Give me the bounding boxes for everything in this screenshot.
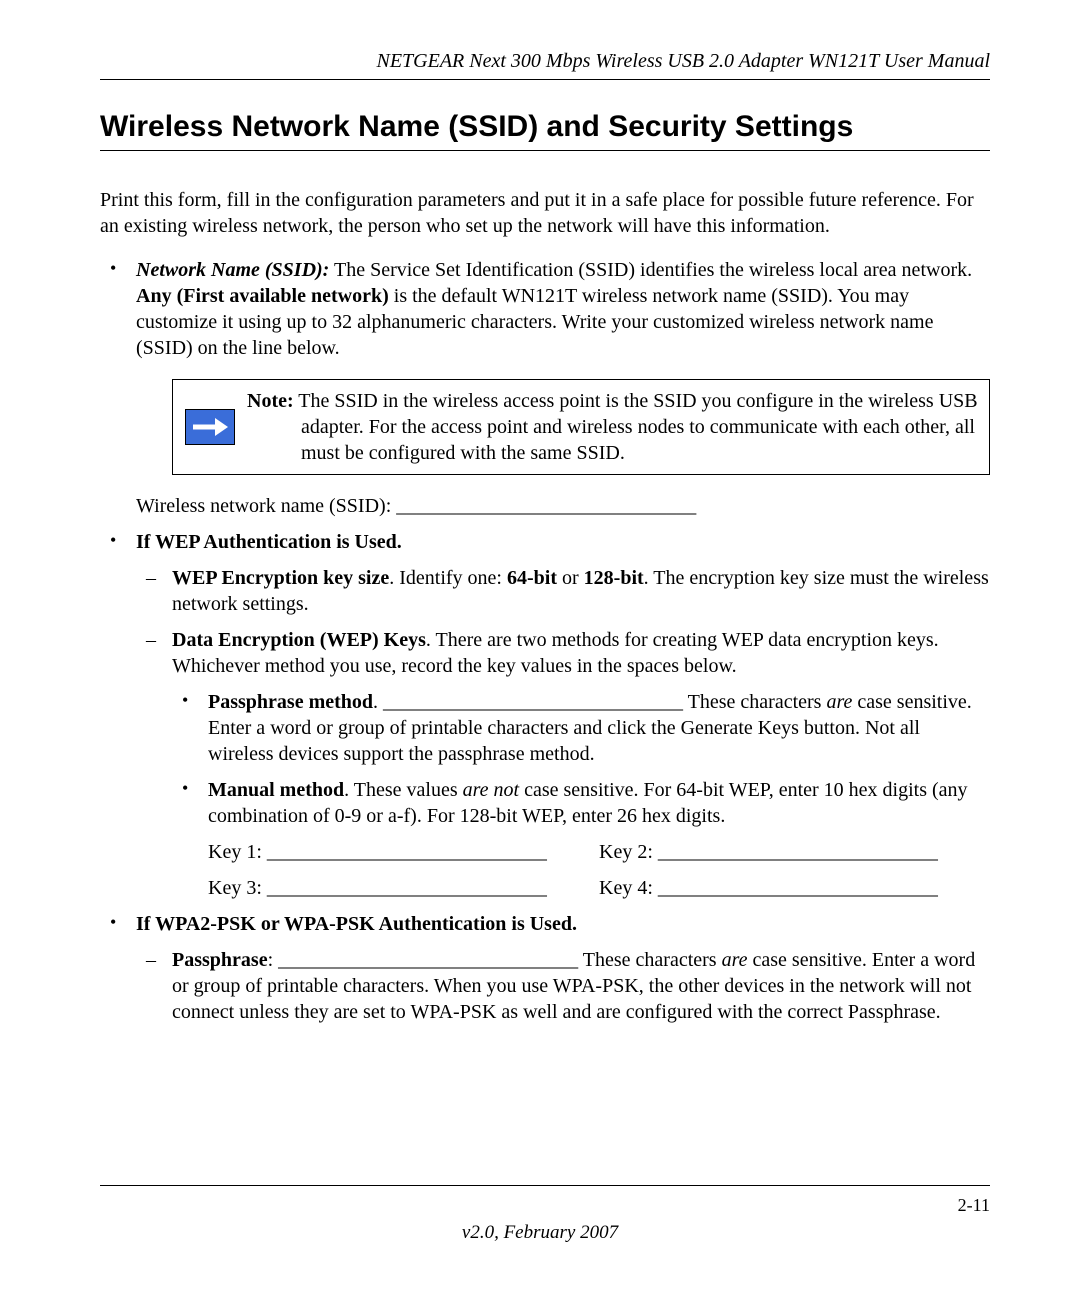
section-title: Wireless Network Name (SSID) and Securit… — [100, 110, 990, 151]
ssid-bullet: Network Name (SSID): The Service Set Ide… — [100, 257, 990, 519]
wep-datakeys-label: Data Encryption (WEP) Keys — [172, 629, 426, 651]
key-4: Key 4: ____________________________ — [599, 875, 990, 901]
ssid-label: Network Name (SSID): — [136, 259, 329, 281]
wep-heading: If WEP Authentication is Used. — [136, 531, 402, 553]
running-header: NETGEAR Next 300 Mbps Wireless USB 2.0 A… — [100, 50, 990, 79]
manual-method-item: Manual method. These values are not case… — [172, 777, 990, 829]
passphrase-method-item: Passphrase method. _____________________… — [172, 689, 990, 767]
key-row-1: Key 1: ____________________________ Key … — [208, 839, 990, 865]
wep-datakeys-item: Data Encryption (WEP) Keys. There are tw… — [136, 627, 990, 901]
key-2: Key 2: ____________________________ — [599, 839, 990, 865]
wep-keysize-label: WEP Encryption key size — [172, 567, 389, 589]
header-rule — [100, 79, 990, 80]
wep-keysize-item: WEP Encryption key size. Identify one: 6… — [136, 565, 990, 617]
key-3: Key 3: ____________________________ — [208, 875, 599, 901]
note-icon-cell — [173, 403, 247, 451]
note-text: Note: The SSID in the wireless access po… — [247, 380, 989, 474]
wpa-passphrase-item: Passphrase: ____________________________… — [136, 947, 990, 1025]
wpa-heading: If WPA2-PSK or WPA-PSK Authentication is… — [136, 913, 577, 935]
wpa-heading-bullet: If WPA2-PSK or WPA-PSK Authentication is… — [100, 911, 990, 1025]
note-body: The SSID in the wireless access point is… — [294, 390, 978, 464]
wep-heading-bullet: If WEP Authentication is Used. WEP Encry… — [100, 529, 990, 901]
page-number: 2-11 — [958, 1195, 990, 1216]
ssid-bold-any: Any (First available network) — [136, 285, 389, 307]
footer-rule — [100, 1185, 990, 1186]
note-prefix: Note: — [247, 390, 294, 412]
manual-page: NETGEAR Next 300 Mbps Wireless USB 2.0 A… — [0, 0, 1080, 1296]
key-row-2: Key 3: ____________________________ Key … — [208, 875, 990, 901]
ssid-blank-line: Wireless network name (SSID): __________… — [136, 493, 990, 519]
ssid-text-1: The Service Set Identification (SSID) id… — [329, 259, 972, 281]
key-1: Key 1: ____________________________ — [208, 839, 599, 865]
arrow-right-icon — [185, 409, 235, 445]
version-line: v2.0, February 2007 — [0, 1222, 1080, 1244]
intro-paragraph: Print this form, fill in the configurati… — [100, 187, 990, 239]
note-box: Note: The SSID in the wireless access po… — [172, 379, 990, 475]
